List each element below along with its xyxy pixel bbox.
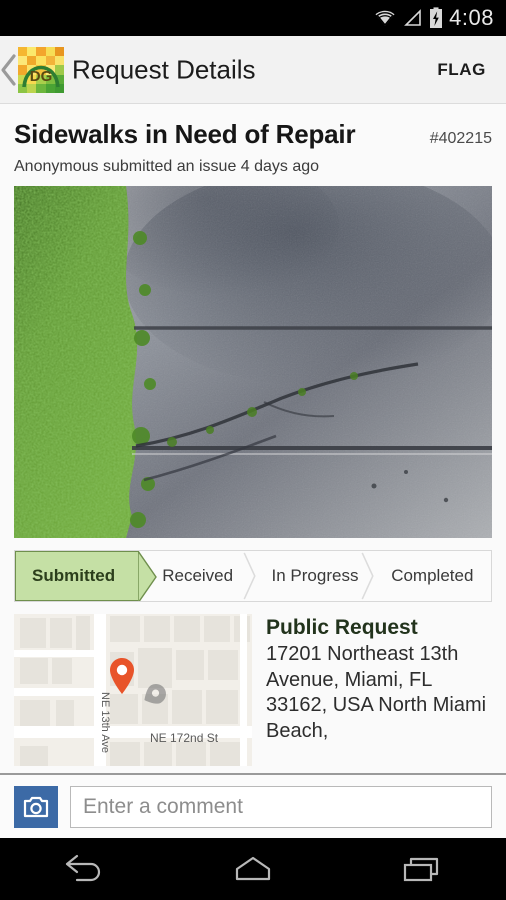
nav-home-button[interactable]: [208, 838, 298, 900]
location-map[interactable]: NE 13th Ave NE 172nd St: [14, 614, 252, 766]
status-step-completed[interactable]: Completed: [374, 551, 491, 601]
location-details: Public Request 17201 Northeast 13th Aven…: [266, 614, 492, 766]
app-screen: 4:08 DG Request Details FLAG Sidewalks i…: [0, 0, 506, 900]
request-meta: Anonymous submitted an issue 4 days ago: [14, 158, 320, 175]
wifi-icon: [375, 10, 395, 27]
status-progress-bar: Submitted Received In Progress Completed: [14, 550, 492, 602]
recents-icon: [403, 857, 438, 882]
status-step-label: Submitted: [32, 566, 116, 585]
nav-recents-button[interactable]: [377, 838, 467, 900]
cell-signal-icon: [404, 9, 421, 26]
page-title: Request Details: [72, 54, 256, 84]
home-icon: [235, 856, 271, 881]
status-step-received[interactable]: Received: [139, 551, 256, 601]
comment-input[interactable]: [70, 785, 492, 828]
request-title: Sidewalks in Need of Repair: [14, 119, 356, 149]
location-address: 17201 Northeast 13th Avenue, Miami, FL 3…: [266, 643, 487, 742]
location-heading: Public Request: [266, 616, 418, 639]
app-bar: DG Request Details FLAG: [0, 36, 506, 104]
location-row: NE 13th Ave NE 172nd St Public Request 1…: [14, 614, 492, 766]
status-step-label: In Progress: [271, 566, 359, 585]
status-step-separator-icon: [243, 552, 256, 600]
svg-text:DG: DG: [30, 68, 53, 85]
android-status-bar: 4:08: [0, 0, 506, 36]
request-id: #402215: [429, 130, 492, 147]
request-detail-content: Sidewalks in Need of Repair #402215 Anon…: [0, 105, 506, 773]
camera-icon: [23, 796, 49, 817]
status-step-label: Completed: [391, 566, 474, 585]
flag-button[interactable]: FLAG: [431, 52, 492, 88]
status-step-in-progress[interactable]: In Progress: [256, 551, 374, 601]
nav-back-button[interactable]: [39, 838, 129, 900]
camera-button[interactable]: [14, 785, 58, 828]
map-street-label-horizontal: NE 172nd St: [150, 731, 219, 745]
status-step-submitted[interactable]: Submitted: [15, 551, 157, 601]
request-photo[interactable]: [14, 186, 492, 538]
request-title-row: Sidewalks in Need of Repair #402215: [0, 105, 506, 150]
back-icon: [66, 854, 101, 882]
status-step-label: Received: [162, 566, 234, 585]
battery-charging-icon: [430, 7, 443, 28]
map-street-label-vertical: NE 13th Ave: [99, 692, 111, 753]
status-bar-clock: 4:08: [449, 5, 494, 30]
android-nav-bar: [0, 838, 506, 900]
status-step-separator-icon: [361, 552, 374, 600]
dg-app-icon[interactable]: DG: [18, 46, 64, 93]
back-chevron-icon[interactable]: [0, 53, 20, 87]
comment-bar: [0, 773, 506, 838]
